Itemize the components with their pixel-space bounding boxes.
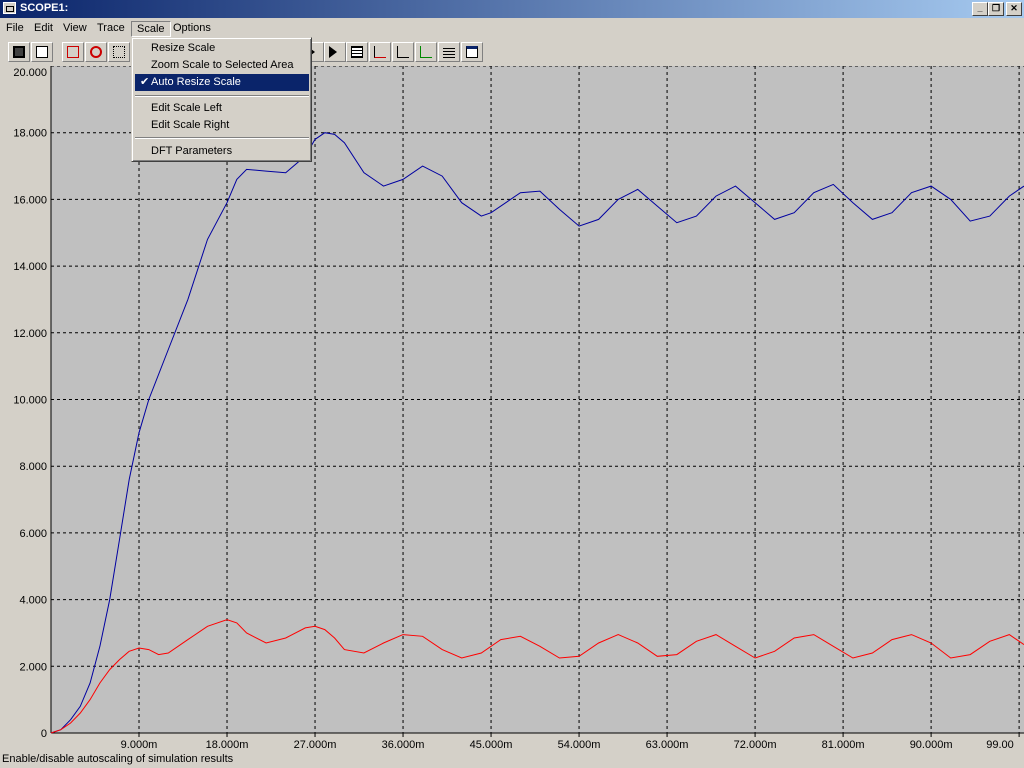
- restore-icon[interactable]: ❐: [988, 2, 1004, 16]
- menu-view[interactable]: View: [58, 21, 92, 37]
- y-tick-label: 10.000: [13, 395, 47, 407]
- status-text: Enable/disable autoscaling of simulation…: [2, 753, 234, 765]
- y-tick-label: 6.000: [19, 528, 47, 540]
- scope-plot[interactable]: 0 2.000 4.000 6.000 8.000 10.000 12.000 14.000 1…: [0, 66, 1024, 751]
- y-tick-label: 0: [41, 728, 47, 740]
- menu-item-label: Edit Scale Right: [151, 119, 230, 131]
- y-tick-label: 2.000: [19, 661, 47, 673]
- x-tick-label: 18.000m: [206, 739, 249, 751]
- axis-icon[interactable]: [415, 42, 437, 62]
- close-icon[interactable]: ✕: [1006, 2, 1022, 16]
- y-tick-label: 12.000: [13, 328, 47, 340]
- x-tick-label: 54.000m: [558, 739, 601, 751]
- menu-item-label: DFT Parameters: [151, 145, 233, 157]
- save-icon[interactable]: [8, 42, 30, 62]
- menu-item-label: Zoom Scale to Selected Area: [151, 59, 294, 71]
- y-tick-label: 16.000: [13, 194, 47, 206]
- x-tick-label: 9.000m: [121, 739, 158, 751]
- menu-item-zoom-scale[interactable]: Zoom Scale to Selected Area: [135, 57, 309, 74]
- y-tick-label: 8.000: [19, 461, 47, 473]
- x-tick-label: 72.000m: [734, 739, 777, 751]
- menu-item-label: Resize Scale: [151, 42, 216, 54]
- check-icon: ✔: [140, 76, 150, 88]
- menu-scale[interactable]: Scale: [131, 21, 171, 37]
- x-tick-label: 81.000m: [822, 739, 865, 751]
- x-tick-label: 99.00: [986, 739, 1014, 751]
- window-icon[interactable]: [461, 42, 483, 62]
- chart-icon[interactable]: [369, 42, 391, 62]
- y-tick-label: 20.000: [13, 67, 47, 79]
- x-tick-label: 27.000m: [294, 739, 337, 751]
- list-icon[interactable]: [438, 42, 460, 62]
- menu-separator: [135, 137, 309, 139]
- menu-options[interactable]: Options: [168, 21, 216, 37]
- title-bar: SCOPE1: _ ❐ ✕: [0, 0, 1024, 18]
- scale-menu-dropdown: Resize Scale Zoom Scale to Selected Area…: [131, 37, 312, 162]
- skip-end-icon[interactable]: [324, 42, 346, 62]
- cursor-icon[interactable]: [62, 42, 84, 62]
- print-icon[interactable]: [31, 42, 53, 62]
- menu-item-dft-parameters[interactable]: DFT Parameters: [135, 143, 309, 160]
- menu-edit[interactable]: Edit: [29, 21, 58, 37]
- menu-item-label: Edit Scale Left: [151, 102, 222, 114]
- menu-file[interactable]: File: [1, 21, 29, 37]
- y-tick-label: 14.000: [13, 261, 47, 273]
- status-bar: Enable/disable autoscaling of simulation…: [0, 751, 1024, 768]
- y-tick-label: 18.000: [13, 128, 47, 140]
- menu-item-auto-resize-scale[interactable]: ✔ Auto Resize Scale: [135, 74, 309, 91]
- menu-item-label: Auto Resize Scale: [151, 76, 241, 88]
- x-tick-label: 45.000m: [470, 739, 513, 751]
- table-icon[interactable]: [346, 42, 368, 62]
- circle-chart-icon[interactable]: [392, 42, 414, 62]
- x-tick-label: 36.000m: [382, 739, 425, 751]
- x-tick-label: 90.000m: [910, 739, 953, 751]
- target-icon[interactable]: [85, 42, 107, 62]
- app-icon[interactable]: [3, 2, 16, 14]
- minimize-icon[interactable]: _: [972, 2, 988, 16]
- menu-trace[interactable]: Trace: [92, 21, 130, 37]
- x-tick-label: 63.000m: [646, 739, 689, 751]
- menu-item-edit-scale-left[interactable]: Edit Scale Left: [135, 100, 309, 117]
- window-title: SCOPE1:: [20, 2, 69, 14]
- menu-item-resize-scale[interactable]: Resize Scale: [135, 40, 309, 57]
- y-tick-label: 4.000: [19, 595, 47, 607]
- select-area-icon[interactable]: [108, 42, 130, 62]
- menu-bar: File Edit View Trace Scale Options: [0, 18, 1024, 38]
- menu-item-edit-scale-right[interactable]: Edit Scale Right: [135, 117, 309, 134]
- menu-separator: [135, 95, 309, 97]
